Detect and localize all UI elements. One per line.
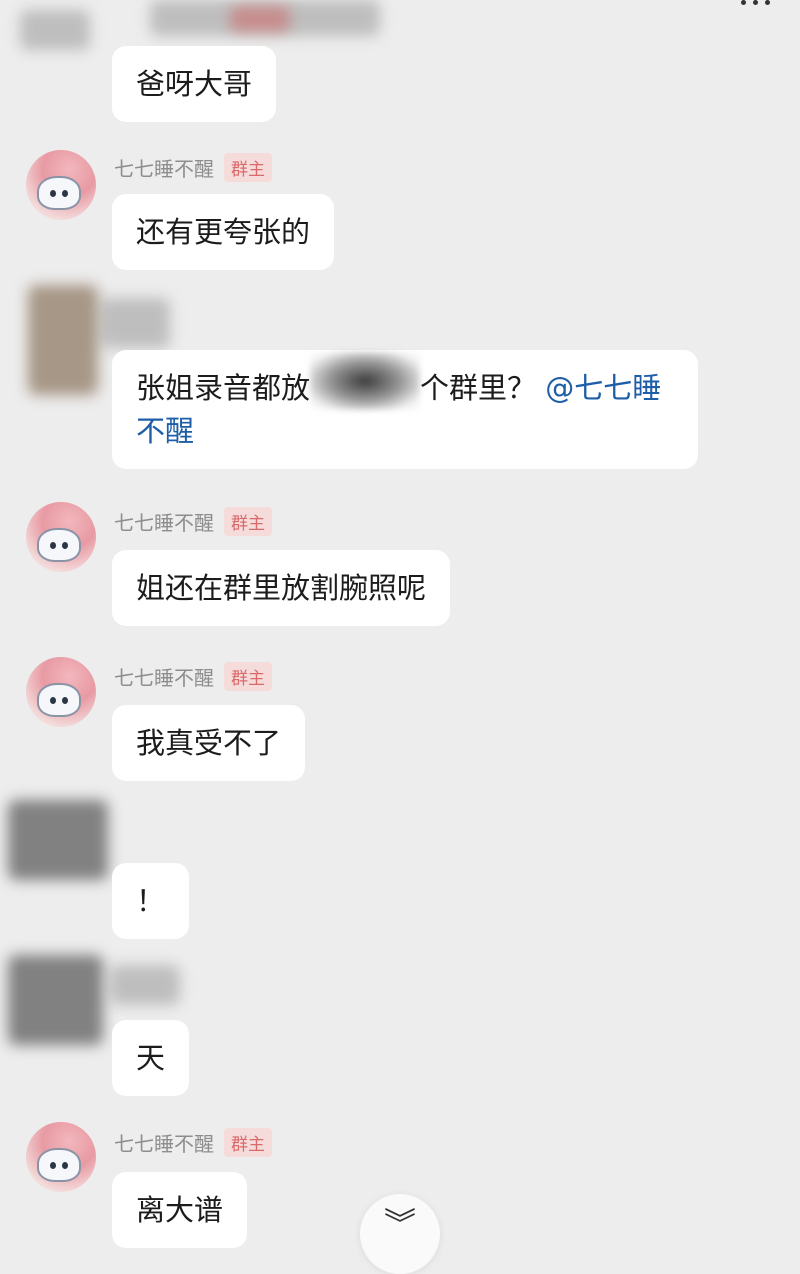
sender-name: 七七睡不醒 (114, 1131, 214, 1156)
message-bubble[interactable]: 还有更夸张的 (112, 194, 335, 271)
message-text: 张姐录音都放 (136, 371, 311, 405)
message-bubble[interactable]: 姐还在群里放割腕照呢 (112, 550, 451, 627)
message-text: 爸呀大哥 (136, 67, 253, 101)
message-text: 离大谱 (136, 1193, 224, 1227)
owner-badge: 群主 (224, 1127, 272, 1157)
message-text: 姐还在群里放割腕照呢 (136, 571, 427, 605)
message-text: 个群里？ (420, 371, 537, 405)
message-text: 我真受不了 (136, 726, 282, 760)
message-bubble[interactable]: 我真受不了 (112, 705, 306, 782)
owner-badge: 群主 (224, 661, 272, 691)
double-chevron-down-icon: ︾ (383, 1205, 416, 1243)
avatar[interactable] (26, 657, 96, 727)
redacted-text (310, 352, 421, 410)
redacted-sender-info (230, 6, 290, 32)
message-text: 还有更夸张的 (136, 215, 311, 249)
redacted-avatar (8, 800, 108, 880)
message-text: ！ (136, 884, 166, 918)
redacted-sender-info (110, 965, 180, 1005)
message-sender: 七七睡不醒 群主 (114, 506, 272, 536)
message-text: 天 (136, 1041, 166, 1075)
message-sender: 七七睡不醒 群主 (114, 661, 272, 691)
redacted-avatar (8, 955, 103, 1045)
message-bubble[interactable]: 张姐录音都放 个群里？ @七七睡不醒 (112, 350, 698, 470)
message-bubble[interactable]: ！ (112, 863, 190, 940)
message-sender: 七七睡不醒 群主 (114, 1127, 272, 1157)
avatar[interactable] (26, 1122, 96, 1192)
sender-name: 七七睡不醒 (114, 510, 214, 535)
message-bubble[interactable]: 离大谱 (112, 1172, 248, 1249)
more-options-icon[interactable] (741, 0, 770, 14)
redacted-sender-info (100, 298, 170, 348)
owner-badge: 群主 (224, 506, 272, 536)
avatar[interactable] (26, 150, 96, 220)
sender-name: 七七睡不醒 (114, 665, 214, 690)
sender-name: 七七睡不醒 (114, 156, 214, 181)
scroll-to-bottom-button[interactable]: ︾ (360, 1194, 440, 1274)
avatar[interactable] (26, 502, 96, 572)
message-bubble[interactable]: 爸呀大哥 (112, 46, 277, 123)
redacted-avatar (28, 285, 98, 395)
message-sender: 七七睡不醒 群主 (114, 152, 272, 182)
owner-badge: 群主 (224, 152, 272, 182)
redacted-avatar (20, 10, 90, 50)
message-bubble[interactable]: 天 (112, 1020, 190, 1097)
